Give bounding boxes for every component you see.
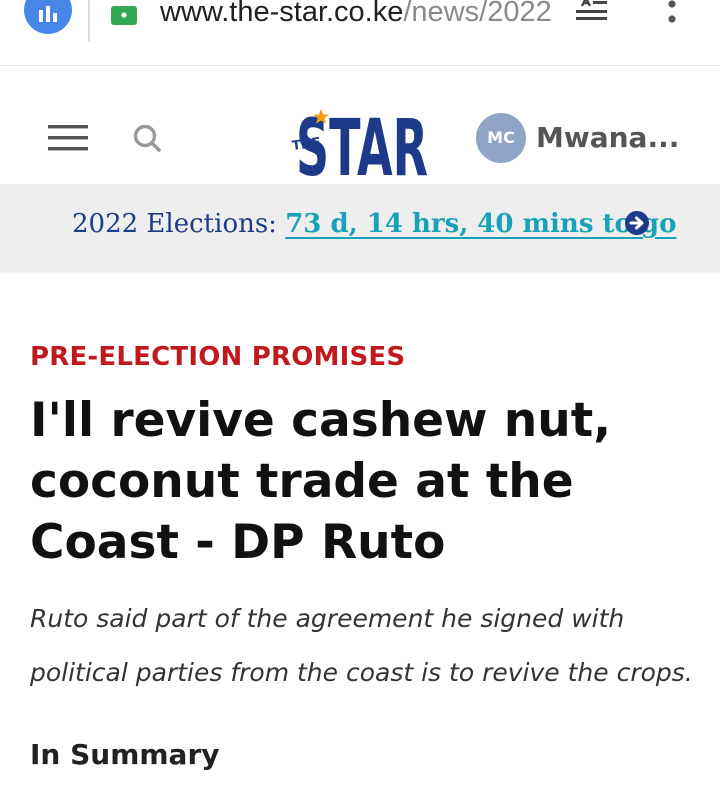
toolbar-divider (88, 0, 90, 42)
address-bar[interactable]: www.the-star.co.ke/news/2022 (160, 0, 552, 30)
reader-mode-icon[interactable] (574, 0, 610, 26)
more-vert-icon[interactable] (666, 0, 678, 28)
banner-countdown-link[interactable]: 73 d, 14 hrs, 40 mins to go (285, 209, 676, 239)
banner-text: 2022 Elections: 73 d, 14 hrs, 40 mins to… (72, 206, 676, 242)
article-lead: Ruto said part of the agreement he signe… (30, 604, 693, 687)
search-icon[interactable] (132, 123, 162, 153)
election-countdown-banner[interactable]: 2022 Elections: 73 d, 14 hrs, 40 mins to… (0, 184, 720, 273)
in-summary-heading: In Summary (30, 738, 220, 771)
user-avatar[interactable]: MC (476, 113, 526, 163)
browser-toolbar: www.the-star.co.ke/news/2022 (0, 0, 720, 66)
url-path: /news/2022 (403, 0, 552, 28)
analytics-icon (39, 6, 57, 22)
lock-icon[interactable] (110, 0, 138, 26)
banner-label: 2022 Elections: (72, 209, 277, 239)
hamburger-menu-icon[interactable] (48, 125, 88, 151)
analytics-button[interactable] (24, 0, 72, 34)
the-star-logo[interactable]: THE STAR (290, 95, 430, 179)
url-domain: www.the-star.co.ke (160, 0, 404, 28)
article-category[interactable]: PRE-ELECTION PROMISES (30, 340, 405, 374)
arrow-circle-right-icon[interactable] (624, 210, 650, 236)
user-name[interactable]: Mwana... (536, 119, 679, 157)
site-header: THE STAR MC Mwana... (0, 67, 720, 184)
article-headline: I'll revive cashew nut, coconut trade at… (30, 393, 612, 570)
